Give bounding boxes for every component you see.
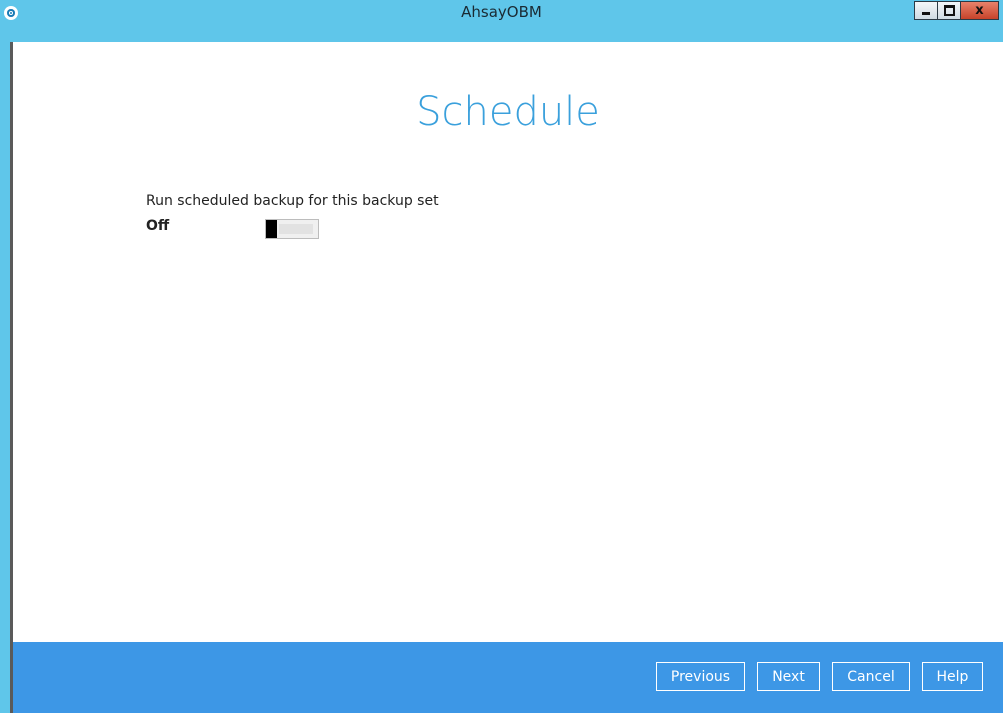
toggle-track — [279, 224, 313, 234]
app-window: AhsayOBM x Schedule Run scheduled backup… — [0, 0, 1003, 713]
footer-bar: Previous Next Cancel Help — [13, 642, 1003, 713]
page-title: Schedule — [416, 89, 600, 135]
next-button[interactable]: Next — [757, 662, 820, 691]
toggle-state-label: Off — [146, 218, 170, 234]
maximize-icon — [943, 5, 955, 16]
help-button[interactable]: Help — [922, 662, 983, 691]
cancel-button[interactable]: Cancel — [832, 662, 910, 691]
scheduled-backup-label: Run scheduled backup for this backup set — [146, 193, 439, 209]
window-controls: x — [914, 1, 999, 21]
close-icon: x — [975, 3, 984, 18]
scheduled-backup-toggle[interactable] — [265, 219, 319, 239]
minimize-button[interactable] — [914, 1, 938, 20]
minimize-icon — [922, 12, 930, 15]
title-bar: AhsayOBM x — [0, 0, 1003, 42]
toggle-knob[interactable] — [266, 220, 277, 238]
close-button[interactable]: x — [960, 1, 999, 20]
maximize-button[interactable] — [937, 1, 961, 20]
previous-button[interactable]: Previous — [656, 662, 745, 691]
window-title: AhsayOBM — [461, 3, 542, 21]
footer-buttons: Previous Next Cancel Help — [656, 662, 983, 691]
main-content: Schedule Run scheduled backup for this b… — [13, 42, 1003, 642]
